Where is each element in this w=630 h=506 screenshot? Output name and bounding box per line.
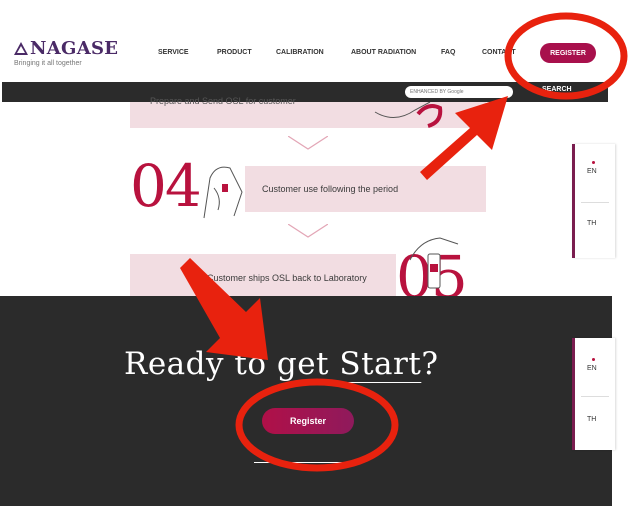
brand-tagline: Bringing it all together — [14, 60, 82, 67]
cta-section: Ready to get Start? Register — [0, 296, 612, 506]
step-4-number: 04 — [130, 152, 202, 220]
language-option-en[interactable]: EN — [587, 168, 597, 175]
language-divider — [581, 202, 609, 203]
language-switcher-lower: EN TH — [572, 338, 615, 450]
language-option-en[interactable]: EN — [587, 365, 597, 372]
brand-logo[interactable]: NAGASE Bringing it all together — [14, 38, 118, 67]
step-5-text: Customer ships OSL back to Laboratory — [207, 273, 367, 283]
register-button-top[interactable]: REGISTER — [540, 43, 596, 63]
process-steps: Prepare and Send OSL for customer Custom… — [0, 96, 630, 306]
nav-item-contact[interactable]: CONTACT — [482, 49, 516, 56]
nav-item-about-radiation[interactable]: ABOUT RADIATION — [351, 49, 416, 56]
search-bar: SEARCH — [2, 82, 608, 102]
nav-item-faq[interactable]: FAQ — [441, 49, 455, 56]
cta-title-accent: Start — [339, 346, 422, 382]
search-button[interactable]: SEARCH — [542, 86, 572, 93]
logo-row: NAGASE — [14, 38, 118, 59]
step-4-text: Customer use following the period — [262, 184, 399, 194]
logo-triangle-icon — [14, 42, 28, 55]
cta-title-prefix: Ready to get — [124, 346, 340, 382]
brand-name: NAGASE — [30, 38, 119, 59]
active-language-dot — [592, 161, 595, 164]
language-divider — [581, 396, 609, 397]
register-button[interactable]: Register — [262, 408, 354, 434]
language-option-th[interactable]: TH — [587, 220, 596, 227]
top-navigation: NAGASE Bringing it all together SERVICE … — [0, 0, 630, 80]
chevron-down-icon — [288, 136, 328, 150]
language-switcher: EN TH — [572, 144, 615, 258]
chevron-down-icon — [288, 224, 328, 238]
nav-item-service[interactable]: SERVICE — [158, 49, 189, 56]
step-5-illustration — [409, 237, 459, 289]
cta-title-suffix: ? — [421, 346, 439, 382]
active-language-dot — [592, 358, 595, 361]
step-4-illustration — [203, 166, 243, 219]
search-input[interactable] — [405, 86, 513, 98]
cta-divider — [254, 462, 358, 463]
step-4-band: Customer use following the period — [245, 166, 486, 212]
nav-item-calibration[interactable]: CALIBRATION — [276, 49, 324, 56]
nav-item-product[interactable]: PRODUCT — [217, 49, 252, 56]
language-option-th[interactable]: TH — [587, 416, 596, 423]
cta-title: Ready to get Start? — [124, 346, 438, 382]
step-5-band: Customer ships OSL back to Laboratory — [130, 254, 396, 296]
step-3-text: Prepare and Send OSL for customer — [150, 96, 296, 106]
step-3-illustration — [374, 102, 443, 128]
